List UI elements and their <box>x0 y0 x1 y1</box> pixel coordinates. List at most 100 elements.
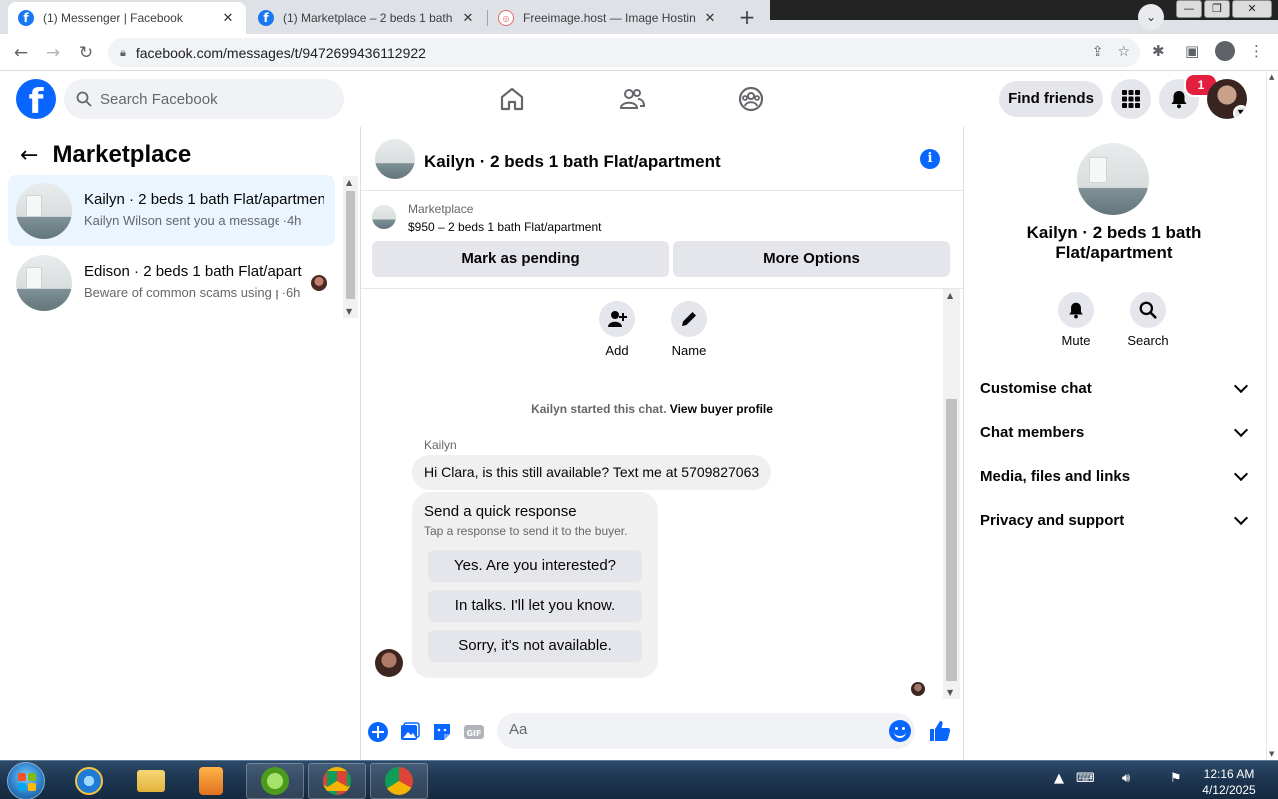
conversation-title: Edison · 2 beds 1 bath Flat/apartment <box>84 263 302 280</box>
tab-marketplace[interactable]: f (1) Marketplace – 2 beds 1 bath Flat/a… <box>248 2 486 34</box>
show-hidden-icons-icon[interactable]: ▲ <box>1054 771 1064 786</box>
conversation-item[interactable]: Edison · 2 beds 1 bath Flat/apartment Be… <box>8 247 335 318</box>
facebook-logo-icon[interactable]: f <box>16 79 56 119</box>
taskbar-chrome-profile[interactable] <box>308 763 366 799</box>
chat-members-section[interactable]: Chat members <box>980 417 1250 447</box>
media-files-links-section[interactable]: Media, files and links <box>980 461 1250 491</box>
search-icon <box>1139 301 1157 319</box>
taskbar-internet-explorer[interactable] <box>60 763 118 799</box>
search-box[interactable] <box>64 79 344 119</box>
scroll-down-icon[interactable]: ▼ <box>346 307 352 316</box>
gif-icon[interactable]: GIF <box>463 721 485 743</box>
emoji-icon[interactable] <box>889 720 911 742</box>
scroll-down-icon[interactable]: ▼ <box>1269 750 1274 758</box>
taskbar-utorrent[interactable] <box>246 763 304 799</box>
address-bar[interactable]: 🔒︎ facebook.com/messages/t/9472699436112… <box>108 38 1140 67</box>
conversation-avatar[interactable] <box>1077 143 1149 215</box>
info-icon[interactable]: i <box>920 149 940 169</box>
start-button[interactable] <box>7 762 45 799</box>
scroll-up-icon[interactable]: ▲ <box>1269 73 1274 81</box>
facebook-favicon-icon: f <box>258 10 274 26</box>
quick-response-yes-button[interactable]: Yes. Are you interested? <box>428 550 642 582</box>
scroll-up-icon[interactable]: ▲ <box>346 178 352 187</box>
bookmark-star-icon[interactable]: ☆ <box>1117 44 1130 60</box>
chat-title[interactable]: Kailyn · 2 beds 1 bath Flat/apartment <box>424 152 721 172</box>
close-tab-icon[interactable]: ✕ <box>460 11 476 26</box>
privacy-support-section[interactable]: Privacy and support <box>980 505 1250 535</box>
scrollbar-thumb[interactable] <box>946 399 957 681</box>
message-bubble[interactable]: Hi Clara, is this still available? Text … <box>412 455 772 490</box>
back-arrow-icon[interactable]: ← <box>20 143 38 168</box>
conversation-item[interactable]: Kailyn · 2 beds 1 bath Flat/apartment Ka… <box>8 175 335 246</box>
scroll-up-icon[interactable]: ▲ <box>947 291 953 300</box>
chrome-icon <box>323 767 351 795</box>
edit-name-button[interactable] <box>671 301 707 337</box>
buyer-avatar[interactable] <box>375 649 403 677</box>
sticker-icon[interactable] <box>431 721 453 743</box>
action-center-flag-icon[interactable]: ⚑ <box>1170 771 1182 786</box>
section-label: Media, files and links <box>980 467 1131 485</box>
forward-arrow-icon[interactable]: → <box>42 42 64 64</box>
quick-response-in-talks-button[interactable]: In talks. I'll let you know. <box>428 590 642 622</box>
quick-response-title: Send a quick response <box>424 503 577 520</box>
taskbar-chrome[interactable] <box>370 763 428 799</box>
plus-circle-icon[interactable] <box>367 721 389 743</box>
chevron-down-icon <box>1233 378 1249 394</box>
tab-freeimage[interactable]: ◎ Freeimage.host — Image Hosting ✕ <box>488 2 728 34</box>
close-window-button[interactable]: ✕ <box>1232 0 1272 18</box>
minimize-button[interactable]: — <box>1176 0 1202 18</box>
freeimage-favicon-icon: ◎ <box>498 10 514 26</box>
lock-icon[interactable]: 🔒︎ <box>120 46 126 60</box>
scroll-down-icon[interactable]: ▼ <box>947 688 953 697</box>
quick-response-not-available-button[interactable]: Sorry, it's not available. <box>428 630 642 662</box>
side-panel-icon[interactable]: ▣ <box>1185 42 1199 60</box>
windows-taskbar: ▲ ⌨ 🔊︎ ⚑ 12:16 AM 4/12/2025 <box>0 760 1278 799</box>
window-controls: — ❐ ✕ <box>1176 0 1272 18</box>
message-input-box[interactable] <box>497 713 915 749</box>
customise-chat-section[interactable]: Customise chat <box>980 373 1250 403</box>
find-friends-button[interactable]: Find friends <box>999 81 1103 117</box>
browser-menu-icon[interactable]: ⋮ <box>1249 42 1264 60</box>
network-icon[interactable]: ⌨ <box>1076 771 1095 786</box>
listing-price[interactable]: $950 – 2 beds 1 bath Flat/apartment <box>408 220 601 234</box>
mark-as-pending-button[interactable]: Mark as pending <box>372 241 669 277</box>
close-tab-icon[interactable]: ✕ <box>220 11 236 26</box>
more-options-button[interactable]: More Options <box>673 241 950 277</box>
search-in-conversation-button[interactable] <box>1130 292 1166 328</box>
maximize-button[interactable]: ❐ <box>1204 0 1230 18</box>
chat-avatar[interactable] <box>375 139 415 179</box>
conversation-list-scrollbar[interactable]: ▲ ▼ <box>343 176 358 318</box>
search-input[interactable] <box>100 90 320 108</box>
groups-icon[interactable] <box>737 85 765 113</box>
photo-icon[interactable] <box>399 721 421 743</box>
reload-icon[interactable]: ↻ <box>75 42 97 64</box>
tab-messenger[interactable]: f (1) Messenger | Facebook ✕ <box>8 2 246 34</box>
share-icon[interactable]: ⇪ <box>1092 44 1104 60</box>
mute-button[interactable] <box>1058 292 1094 328</box>
new-tab-button[interactable]: + <box>735 6 759 28</box>
menu-button[interactable] <box>1111 79 1151 119</box>
close-tab-icon[interactable]: ✕ <box>702 11 718 26</box>
taskbar-media-player[interactable] <box>182 763 240 799</box>
account-avatar[interactable]: ▼ <box>1207 79 1247 119</box>
system-clock[interactable]: 12:16 AM 4/12/2025 <box>1196 766 1262 798</box>
home-icon[interactable] <box>498 85 526 113</box>
friends-icon[interactable] <box>618 85 646 113</box>
extensions-puzzle-icon[interactable]: ✱ <box>1152 42 1165 60</box>
volume-icon[interactable]: 🔊︎ <box>1122 771 1130 786</box>
page-scrollbar[interactable]: ▲ ▼ <box>1266 71 1278 760</box>
listing-thumbnail <box>16 255 72 311</box>
search-icon <box>76 91 92 107</box>
add-person-button[interactable] <box>599 301 635 337</box>
grid-menu-icon <box>1122 90 1140 108</box>
listing-thumbnail[interactable] <box>372 205 396 229</box>
scrollbar-thumb[interactable] <box>346 191 355 299</box>
back-arrow-icon[interactable]: ← <box>10 42 32 64</box>
view-buyer-profile-link[interactable]: View buyer profile <box>670 402 773 416</box>
taskbar-file-explorer[interactable] <box>122 763 180 799</box>
message-input[interactable] <box>509 721 869 738</box>
thumbs-up-icon[interactable] <box>928 719 952 743</box>
browser-profile-icon[interactable] <box>1215 41 1235 61</box>
chat-scrollbar[interactable]: ▲ ▼ <box>943 289 960 699</box>
tab-search-chevron-icon[interactable]: ⌄ <box>1138 4 1164 30</box>
